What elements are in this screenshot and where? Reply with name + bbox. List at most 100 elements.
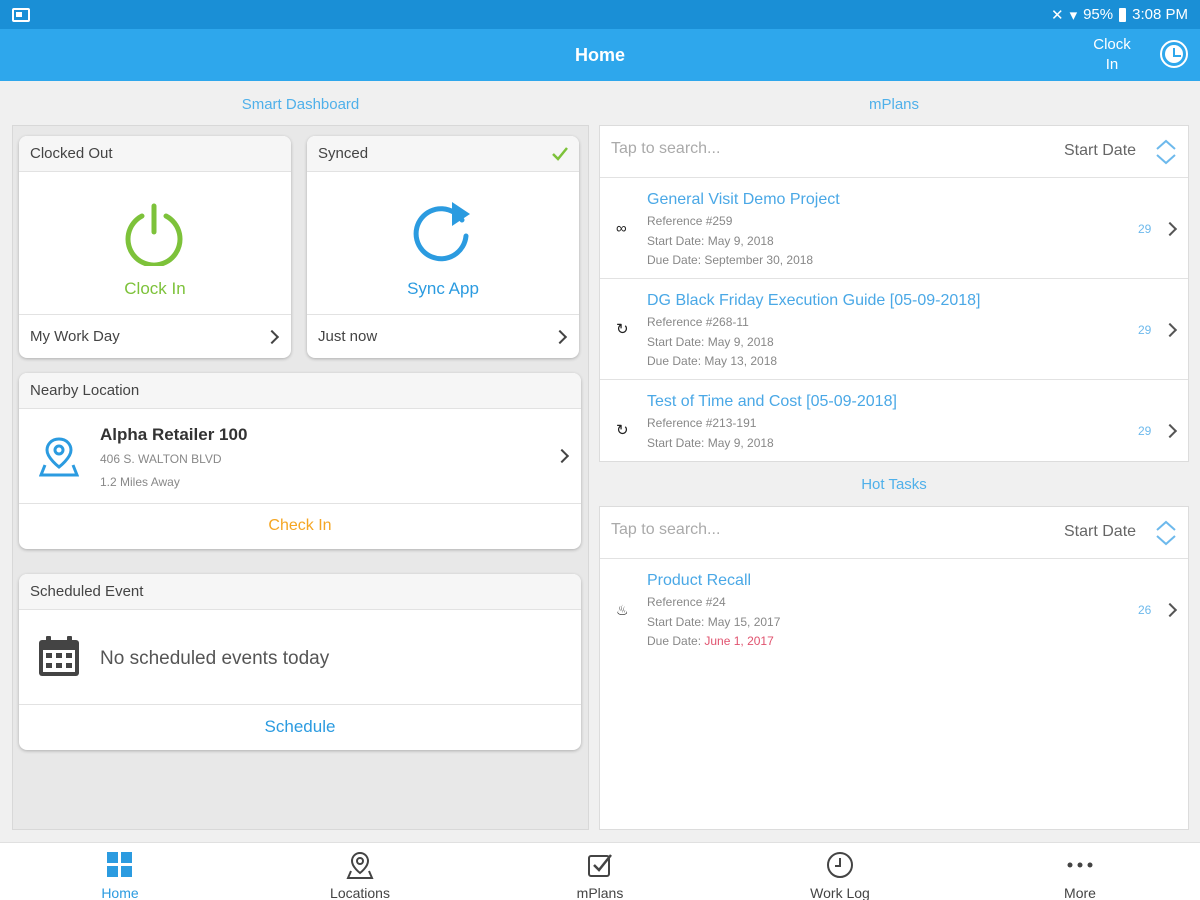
nav-home-label: Home: [101, 885, 139, 900]
sort-icon[interactable]: [1153, 138, 1179, 166]
chevron-right-icon: [552, 329, 568, 345]
nav-mplans-label: mPlans: [576, 885, 624, 900]
status-bar: ✕ ▾ 95% 3:08 PM: [0, 0, 1200, 29]
nearby-location-card: Nearby Location Alpha Retailer 100 406 S…: [19, 373, 581, 549]
nav-more[interactable]: More: [960, 843, 1200, 900]
scheduled-event-header: Scheduled Event: [19, 574, 581, 610]
chevron-right-icon: [1162, 423, 1178, 439]
my-work-day-label: My Work Day: [30, 328, 120, 345]
list-item[interactable]: ♨ Product Recall Reference #24 Start Dat…: [600, 559, 1188, 660]
mplan-count: 29: [1138, 424, 1152, 438]
clock-in-line-2: In: [1105, 56, 1119, 73]
mplan-count: 29: [1138, 222, 1152, 236]
chevron-right-icon: [1162, 322, 1178, 338]
nav-work-log-label: Work Log: [810, 885, 870, 900]
location-address: 406 S. WALTON BLVD: [100, 452, 222, 466]
task-count: 26: [1138, 603, 1152, 617]
mplan-start-date: Start Date: May 9, 2018: [647, 436, 774, 450]
more-dots-icon: [1067, 862, 1093, 868]
last-sync-time: Just now: [318, 328, 378, 345]
my-work-day-row[interactable]: My Work Day: [19, 314, 291, 358]
no-events-message: No scheduled events today: [100, 648, 330, 669]
status-bar-right: ✕ ▾ 95% 3:08 PM: [1051, 6, 1188, 24]
calendar-icon: [39, 636, 79, 676]
clock-in-label[interactable]: Clock In: [19, 279, 291, 299]
battery-level: 95%: [1083, 6, 1114, 23]
mplan-title: General Visit Demo Project: [647, 191, 840, 208]
chevron-right-icon: [264, 329, 280, 345]
task-due-date: Due Date: June 1, 2017: [647, 634, 774, 648]
mplan-due-date: Due Date: May 13, 2018: [647, 354, 778, 368]
task-start-date: Start Date: May 15, 2017: [647, 615, 781, 629]
mplan-title: Test of Time and Cost [05-09-2018]: [647, 393, 897, 410]
hot-tasks-panel: Start Date ♨ Product Recall Reference #2…: [599, 506, 1189, 830]
mplan-start-date: Start Date: May 9, 2018: [647, 234, 774, 248]
wifi-icon: ▾: [1069, 6, 1078, 24]
hot-tasks-sort-label[interactable]: Start Date: [1064, 523, 1136, 541]
hot-tasks-search-input[interactable]: [611, 521, 1031, 539]
chevron-right-icon: [554, 448, 570, 464]
schedule-button[interactable]: Schedule: [19, 704, 581, 750]
smart-dashboard-title: Smart Dashboard: [241, 96, 360, 113]
mplan-start-date: Start Date: May 9, 2018: [647, 335, 774, 349]
mplan-due-date: Due Date: September 30, 2018: [647, 253, 814, 267]
status-time: 3:08 PM: [1132, 6, 1188, 23]
mute-icon: ✕: [1050, 6, 1064, 24]
location-pin-icon: [39, 437, 79, 477]
mplan-title: DG Black Friday Execution Guide [05-09-2…: [647, 292, 981, 309]
task-reference: Reference #24: [647, 595, 726, 609]
nav-mplans[interactable]: mPlans: [480, 843, 720, 900]
checkbox-icon: [588, 854, 612, 877]
mplan-reference: Reference #259: [647, 214, 733, 228]
check-icon: [552, 147, 568, 161]
sort-icon[interactable]: [1153, 519, 1179, 547]
nav-more-label: More: [1064, 885, 1096, 900]
location-pin-icon: [346, 851, 374, 879]
list-item[interactable]: ↻ DG Black Friday Execution Guide [05-09…: [600, 279, 1188, 380]
infinity-icon: ∞: [616, 220, 627, 237]
task-due-prefix: Due Date:: [647, 634, 705, 648]
list-item[interactable]: ↻ Test of Time and Cost [05-09-2018] Ref…: [600, 380, 1188, 461]
app-bar: Home Clock In: [0, 29, 1200, 81]
location-name: Alpha Retailer 100: [100, 425, 248, 444]
mplans-sort-label[interactable]: Start Date: [1064, 142, 1136, 160]
check-in-button[interactable]: Check In: [19, 503, 581, 549]
list-item[interactable]: ∞ General Visit Demo Project Reference #…: [600, 178, 1188, 279]
nav-work-log[interactable]: Work Log: [720, 843, 960, 900]
chevron-right-icon: [1162, 602, 1178, 618]
task-due-value: June 1, 2017: [704, 634, 774, 648]
mplans-search-row: Start Date: [600, 126, 1188, 178]
battery-icon: [1119, 7, 1127, 22]
mplan-reference: Reference #268-11: [647, 315, 749, 329]
hot-tasks-title: Hot Tasks: [861, 476, 927, 493]
scheduled-event-card: Scheduled Event No scheduled events toda…: [19, 574, 581, 750]
repeat-icon: ↻: [616, 422, 629, 439]
nav-locations-label: Locations: [330, 885, 390, 900]
sync-status: Synced: [318, 145, 369, 162]
nav-locations[interactable]: Locations: [240, 843, 480, 900]
smart-dashboard-panel: Clocked Out Clock In My Work Day Synced …: [12, 125, 589, 830]
repeat-icon: ↻: [616, 321, 629, 338]
mplans-title: mPlans: [868, 96, 920, 113]
sync-app-label[interactable]: Sync App: [307, 279, 579, 299]
hot-tasks-search-row: Start Date: [600, 507, 1188, 559]
task-title: Product Recall: [647, 572, 752, 589]
clock-status: Clocked Out: [19, 136, 291, 172]
clock-in-button[interactable]: Clock In: [1082, 35, 1142, 75]
sync-icon: [413, 202, 470, 262]
chevron-right-icon: [1162, 221, 1178, 237]
mplans-search-input[interactable]: [611, 140, 1031, 158]
last-sync-row[interactable]: Just now: [307, 314, 579, 358]
bottom-nav: Home Locations mPlans Work Log More: [0, 842, 1200, 900]
clock-icon[interactable]: [1160, 40, 1188, 68]
nav-home[interactable]: Home: [0, 843, 240, 900]
mplan-reference: Reference #213-191: [647, 416, 757, 430]
sync-card[interactable]: Synced Sync App Just now: [307, 136, 579, 358]
clock-card[interactable]: Clocked Out Clock In My Work Day: [19, 136, 291, 358]
gallery-notification-icon: [12, 7, 30, 22]
sync-status-header: Synced: [307, 136, 579, 172]
mplans-panel: Start Date ∞ General Visit Demo Project …: [599, 125, 1189, 462]
grid-icon: [107, 852, 132, 877]
clock-in-line-1: Clock: [1093, 36, 1131, 53]
nearby-location-row[interactable]: Alpha Retailer 100 406 S. WALTON BLVD 1.…: [19, 409, 581, 505]
